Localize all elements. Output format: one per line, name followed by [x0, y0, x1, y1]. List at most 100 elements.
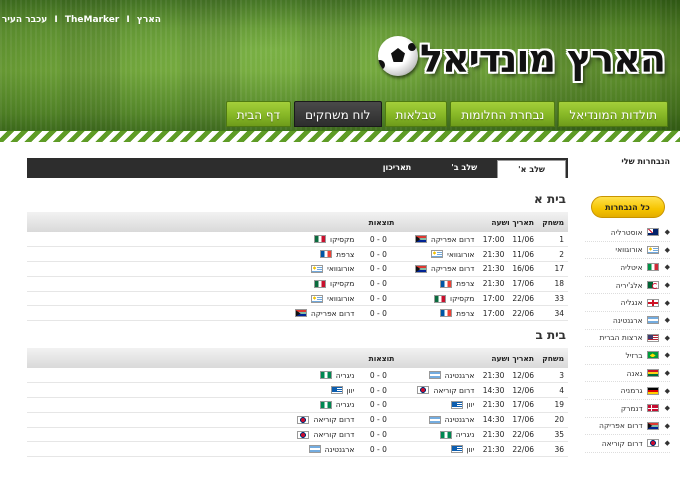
- away-team[interactable]: צרפת: [320, 250, 354, 259]
- uruguay-flag-icon: [311, 264, 324, 273]
- away-team[interactable]: דרום קוריאה: [297, 430, 354, 439]
- greece-flag-icon: [450, 400, 463, 409]
- away-team[interactable]: דרום אפריקה: [294, 309, 354, 318]
- away-team[interactable]: מקסיקו: [314, 235, 354, 244]
- home-team[interactable]: דרום אפריקה: [414, 235, 474, 244]
- nigeria-flag-icon: [319, 371, 332, 380]
- sidebar-team-item[interactable]: ◆ דנמרק: [585, 400, 670, 418]
- table-row[interactable]: 18 17/06 21:30 צרפת 0 - 0 מקסיקו: [27, 276, 568, 292]
- table-row[interactable]: 36 22/06 21:30 יוון 0 - 0 ארגנטינה: [27, 441, 568, 458]
- table-row[interactable]: 35 22/06 21:30 ניגריה 0 - 0 דרום קוריאה: [27, 427, 568, 443]
- away-team[interactable]: ניגריה: [319, 370, 355, 380]
- denmark-flag-icon: [646, 404, 659, 413]
- away-team-name: אורוגוואי: [327, 294, 355, 304]
- nav-tab[interactable]: נבחרת החלומות: [450, 101, 556, 127]
- home-team-cell: יוון: [398, 441, 479, 458]
- table-row[interactable]: 34 22/06 17:00 צרפת 0 - 0 דרום אפריקה: [27, 305, 568, 322]
- home-team[interactable]: דרום קוריאה: [417, 386, 474, 395]
- row-spacer: [27, 427, 279, 443]
- match-date: 22/06: [508, 427, 538, 443]
- france-flag-icon: [440, 279, 453, 288]
- sidebar-team-item[interactable]: ◆ אוסטרליה: [585, 224, 670, 242]
- sidebar-team-item[interactable]: ◆ דרום אפריקה: [585, 418, 670, 436]
- home-team[interactable]: ארגנטינה: [428, 371, 474, 380]
- sidebar-team-item[interactable]: ◆ אורוגוואי: [585, 242, 670, 260]
- nav-tab[interactable]: תולדות המונדיאל: [558, 101, 668, 127]
- row-spacer: [27, 232, 279, 248]
- table-row[interactable]: 2 11/06 21:30 אורוגוואי 0 - 0 צרפת: [27, 246, 568, 263]
- stage-tabs: שלב א' שלב ב' תאריכון: [27, 158, 568, 178]
- home-team[interactable]: אורוגוואי: [431, 250, 474, 259]
- header-datetime: תאריך ושעה: [491, 217, 534, 227]
- link-ir[interactable]: עכבר העיר: [2, 15, 47, 25]
- team-name: אוסטרליה: [610, 227, 643, 237]
- table-row[interactable]: 1 11/06 17:00 דרום אפריקה 0 - 0 מקסיקו: [27, 232, 568, 248]
- bullet-icon: ◆: [664, 298, 670, 307]
- brazil-flag-icon: [646, 351, 659, 360]
- team-name: דרום קוריאה: [601, 438, 643, 448]
- link-haaretz[interactable]: הארץ: [137, 15, 161, 25]
- home-team[interactable]: צרפת: [440, 309, 474, 318]
- away-team-name: ניגריה: [335, 370, 355, 380]
- away-team[interactable]: אורוגוואי: [311, 264, 354, 273]
- nav-tab[interactable]: טבלאות: [384, 101, 448, 127]
- away-team-name: ניגריה: [335, 400, 355, 410]
- away-team[interactable]: אורוגוואי: [311, 294, 354, 303]
- home-team[interactable]: דרום אפריקה: [414, 264, 475, 274]
- uruguay-flag-icon: [646, 245, 659, 254]
- stage-tab[interactable]: שלב א': [497, 160, 566, 178]
- site-logo[interactable]: הארץ מונדיאל: [378, 36, 666, 86]
- row-spacer: [27, 368, 279, 384]
- ghana-flag-icon: [646, 369, 659, 378]
- sidebar-team-item[interactable]: ◆ אלג'יריה: [585, 277, 670, 295]
- table-row[interactable]: 4 12/06 14:30 דרום קוריאה 0 - 0 יוון: [27, 382, 568, 399]
- sidebar-team-item[interactable]: ◆ איטליה: [585, 259, 670, 277]
- match-number: 1: [538, 232, 568, 248]
- stage-tab[interactable]: שלב ב': [431, 158, 497, 178]
- sidebar-team-item[interactable]: ◆ ברזיל: [585, 347, 670, 365]
- all-teams-button[interactable]: כל הנבחרות: [590, 196, 665, 218]
- away-team[interactable]: מקסיקו: [314, 279, 354, 288]
- sidebar-team-item[interactable]: ◆ אנגליה: [585, 294, 670, 312]
- away-team[interactable]: ארגנטינה: [308, 445, 354, 454]
- home-team[interactable]: יוון: [450, 400, 474, 409]
- sidebar-team-item[interactable]: ◆ גאנה: [585, 365, 670, 383]
- nav-tab[interactable]: לוח משחקים: [294, 101, 382, 127]
- bullet-icon: ◆: [664, 245, 670, 254]
- match-date: 12/06: [508, 368, 538, 384]
- match-time: 14:30: [478, 382, 509, 399]
- away-team[interactable]: דרום קוריאה: [297, 415, 354, 424]
- link-themarker[interactable]: TheMarker: [65, 15, 119, 25]
- team-name: אלג'יריה: [615, 280, 643, 290]
- home-team[interactable]: ניגריה: [439, 430, 474, 439]
- fixtures-table: משחק תאריך ושעה תוצאות 3 12/06 21:30 ארגנטינה 0…: [27, 348, 568, 458]
- greece-flag-icon: [450, 445, 463, 454]
- nav-tab[interactable]: דף הבית: [225, 101, 292, 127]
- sidebar-team-item[interactable]: ◆ ארצות הברית: [585, 330, 670, 348]
- home-team-cell: דרום אפריקה: [398, 261, 479, 277]
- home-team[interactable]: יוון: [450, 445, 474, 454]
- home-team-name: צרפת: [456, 279, 475, 289]
- table-row[interactable]: 17 16/06 21:30 דרום אפריקה 0 - 0 אורוגוואי: [27, 261, 568, 277]
- away-team-name: מקסיקו: [330, 279, 355, 289]
- away-team[interactable]: יוון: [330, 386, 354, 395]
- sidebar-team-item[interactable]: ◆ דרום קוריאה: [585, 435, 670, 453]
- match-date: 17/06: [508, 276, 538, 292]
- sidebar-team-item[interactable]: ◆ גרמניה: [585, 382, 670, 400]
- row-spacer: [27, 382, 279, 399]
- stage-tab[interactable]: תאריכון: [363, 158, 431, 178]
- header-match: משחק: [542, 353, 564, 363]
- home-team[interactable]: ארגנטינה: [428, 415, 474, 424]
- table-row[interactable]: 19 17/06 21:30 יוון 0 - 0 ניגריה: [27, 397, 568, 413]
- away-team[interactable]: ניגריה: [319, 400, 355, 410]
- table-row[interactable]: 20 17/06 14:30 ארגנטינה 0 - 0 דרום קוריאה: [27, 412, 568, 428]
- table-row[interactable]: 33 22/06 17:00 מקסיקו 0 - 0 אורוגוואי: [27, 291, 568, 307]
- team-name: דנמרק: [620, 403, 643, 413]
- sidebar-team-item[interactable]: ◆ ארגנטינה: [585, 312, 670, 330]
- france-flag-icon: [440, 309, 453, 318]
- home-team-name: דרום אפריקה: [430, 264, 475, 274]
- header-result: תוצאות: [368, 353, 395, 363]
- table-row[interactable]: 3 12/06 21:30 ארגנטינה 0 - 0 ניגריה: [27, 368, 568, 384]
- home-team[interactable]: מקסיקו: [434, 294, 474, 303]
- home-team[interactable]: צרפת: [440, 279, 474, 288]
